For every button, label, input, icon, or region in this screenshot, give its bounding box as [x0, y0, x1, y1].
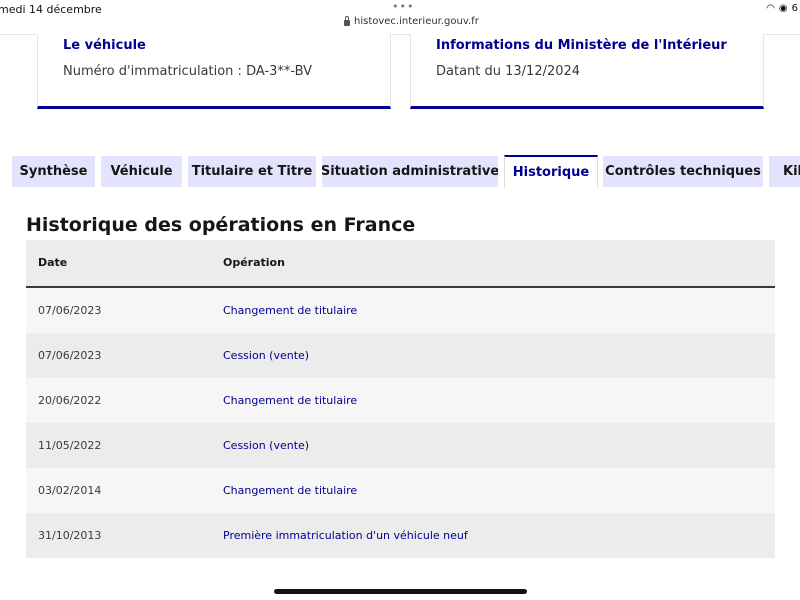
- tab-historique[interactable]: Historique: [504, 155, 598, 188]
- tab-kilometrage[interactable]: Kilo: [769, 156, 800, 187]
- more-options-icon[interactable]: •••: [392, 0, 414, 13]
- table-row: 07/06/2023 Changement de titulaire: [26, 288, 775, 333]
- wifi-icon: ◠: [766, 3, 775, 14]
- tab-titulaire-titre[interactable]: Titulaire et Titre: [188, 156, 316, 187]
- status-bar: medi 14 décembre ••• histovec.interieur.…: [0, 0, 800, 35]
- table-row: 03/02/2014 Changement de titulaire: [26, 468, 775, 513]
- table-row: 31/10/2013 Première immatriculation d'un…: [26, 513, 775, 558]
- row-operation: Cession (vente): [223, 439, 310, 452]
- row-operation: Changement de titulaire: [223, 304, 358, 317]
- status-date: medi 14 décembre: [0, 3, 102, 16]
- ministry-info-card: Informations du Ministère de l'Intérieur…: [410, 34, 764, 109]
- tab-synthese[interactable]: Synthèse: [12, 156, 95, 187]
- table-row: 20/06/2022 Changement de titulaire: [26, 378, 775, 423]
- battery-text: 6: [791, 3, 798, 14]
- row-date: 07/06/2023: [38, 304, 102, 317]
- tab-bar: Synthèse Véhicule Titulaire et Titre Sit…: [0, 155, 800, 189]
- tab-controles-techniques[interactable]: Contrôles techniques: [603, 156, 763, 187]
- table-row: 11/05/2022 Cession (vente): [26, 423, 775, 468]
- row-operation: Changement de titulaire: [223, 394, 358, 407]
- address-url: histovec.interieur.gouv.fr: [354, 16, 479, 27]
- address-bar[interactable]: histovec.interieur.gouv.fr: [344, 15, 479, 27]
- vehicle-card-title: Le véhicule: [63, 38, 146, 53]
- tab-vehicule[interactable]: Véhicule: [101, 156, 182, 187]
- table-header: Date Opération: [26, 240, 775, 288]
- ministry-info-title: Informations du Ministère de l'Intérieur: [436, 38, 727, 53]
- column-header-date: Date: [38, 256, 68, 269]
- row-date: 07/06/2023: [38, 349, 102, 362]
- row-date: 31/10/2013: [38, 529, 102, 542]
- home-indicator[interactable]: [274, 589, 527, 594]
- history-table: Date Opération 07/06/2023 Changement de …: [26, 240, 775, 558]
- orientation-lock-icon: ◉: [778, 3, 788, 14]
- row-date: 11/05/2022: [38, 439, 102, 452]
- status-indicators: ◠ ◉ 6: [766, 3, 798, 14]
- vehicle-card: Le véhicule Numéro d'immatriculation : D…: [37, 34, 391, 109]
- section-title: Historique des opérations en France: [26, 214, 416, 236]
- data-date: Datant du 13/12/2024: [436, 64, 581, 79]
- table-row: 07/06/2023 Cession (vente): [26, 333, 775, 378]
- column-header-operation: Opération: [223, 256, 285, 269]
- lock-icon: [344, 15, 350, 26]
- registration-number: Numéro d'immatriculation : DA-3**-BV: [63, 64, 313, 79]
- row-date: 03/02/2014: [38, 484, 102, 497]
- row-operation: Première immatriculation d'un véhicule n…: [223, 529, 468, 542]
- row-date: 20/06/2022: [38, 394, 102, 407]
- row-operation: Changement de titulaire: [223, 484, 358, 497]
- tab-situation-administrative[interactable]: Situation administrative: [322, 156, 498, 187]
- row-operation: Cession (vente): [223, 349, 310, 362]
